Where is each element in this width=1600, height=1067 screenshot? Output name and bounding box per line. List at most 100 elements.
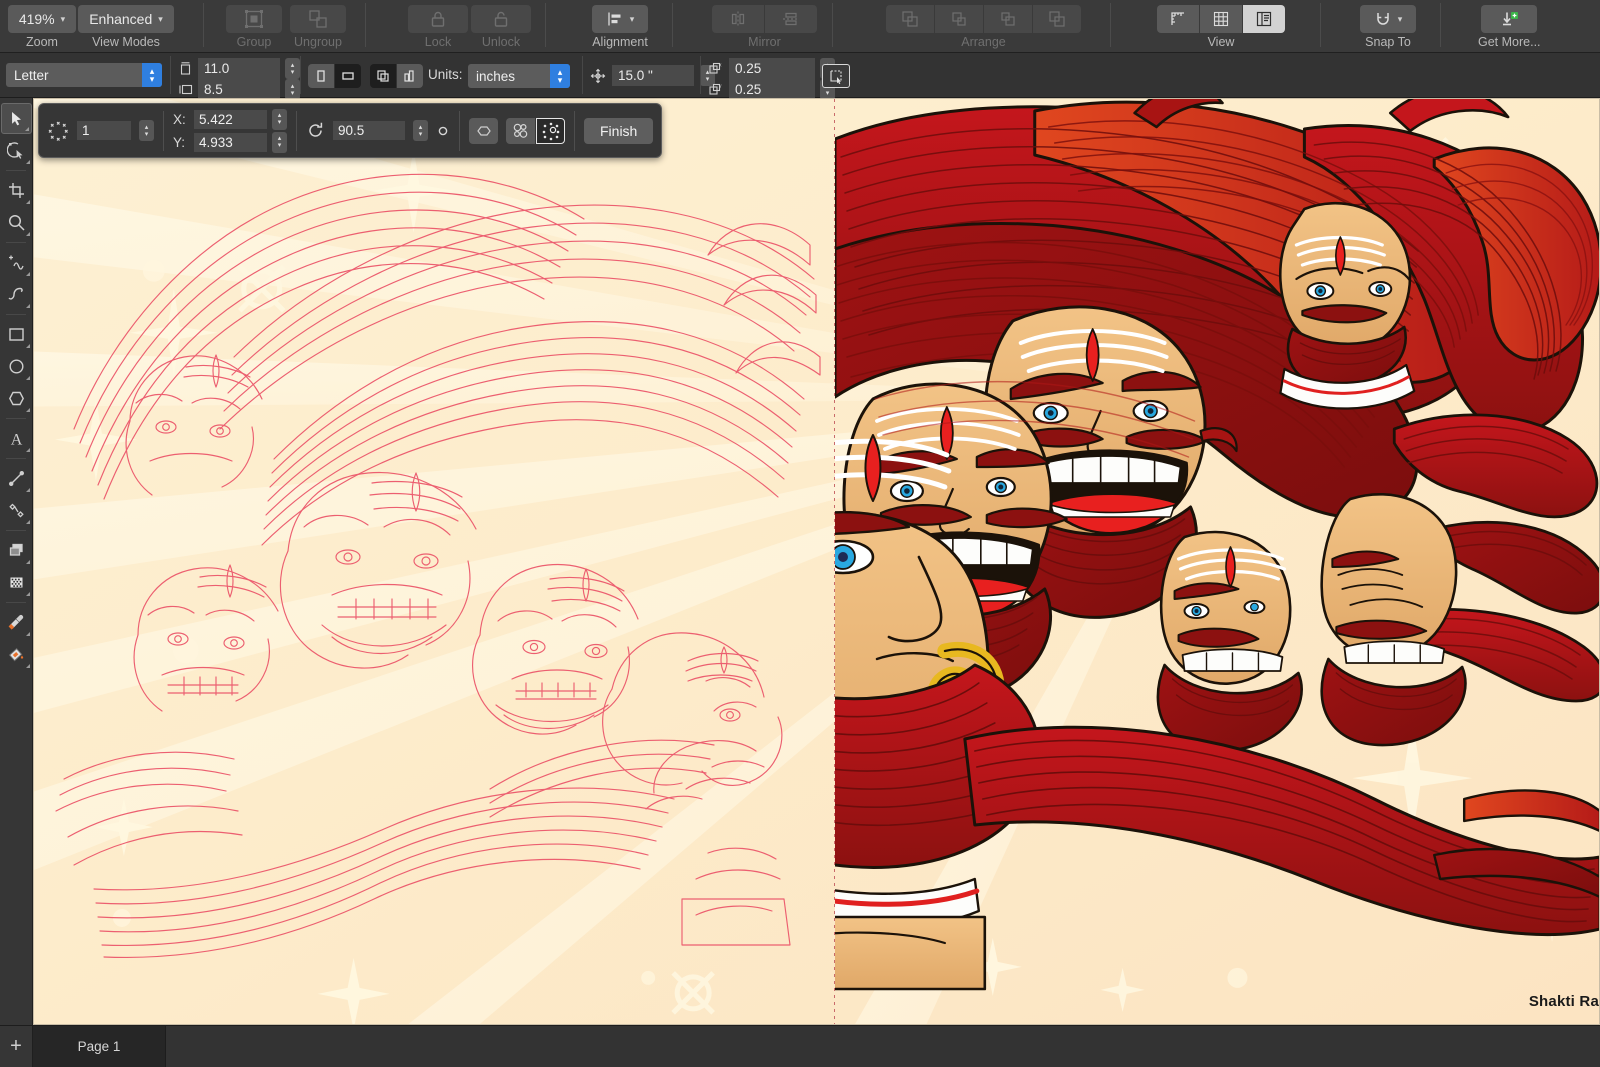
position-fields: X: 5.422 ▴ ▾ Y: 4.933 ▴ ▾ [173, 108, 287, 153]
send-backward-button[interactable] [984, 5, 1032, 33]
nudge-distance-input[interactable]: 15.0 " [612, 65, 694, 86]
paper-size-select[interactable]: Letter ▴ ▾ [6, 63, 162, 87]
shape-handles-button[interactable] [469, 117, 498, 144]
send-to-back-button[interactable] [1033, 5, 1081, 33]
svg-text:x: x [719, 62, 722, 68]
rulers-button[interactable] [1157, 5, 1199, 33]
line-tool[interactable] [1, 463, 32, 494]
object-handles-icon [513, 123, 527, 138]
toolbar-divider [6, 602, 26, 603]
ellipse-tool[interactable] [1, 351, 32, 382]
view-modes-group-label: View Modes [92, 35, 160, 49]
mirror-horizontal-button[interactable] [712, 5, 764, 33]
document-page[interactable]: Shakti Ra [33, 98, 1600, 1025]
ribbon-group-zoom: 419% ▾ Zoom [8, 0, 76, 53]
panel-divider [574, 110, 575, 151]
tool-flyout-indicator [26, 408, 30, 412]
ungroup-button[interactable] [290, 5, 346, 33]
ribbon-divider [1110, 3, 1111, 47]
ribbon-divider [1320, 3, 1321, 47]
unlock-button[interactable] [471, 5, 531, 33]
offset-x-input[interactable]: 0.25 [729, 58, 815, 79]
units-select[interactable]: inches ▴ ▾ [468, 64, 570, 88]
mirror-vertical-button[interactable] [765, 5, 817, 33]
fill-tool[interactable] [1, 639, 32, 670]
add-page-button[interactable]: + [0, 1026, 33, 1067]
page-height-stepper[interactable]: ▴ ▾ [285, 79, 300, 100]
ribbon-group-lock: Lock [408, 0, 468, 53]
artwork-outline-wireframe[interactable] [34, 99, 834, 1025]
chevron-down-icon: ▾ [1397, 13, 1403, 24]
multi-page-mode-button[interactable] [397, 64, 423, 88]
toolbar-divider [6, 242, 26, 243]
panel-divider [163, 110, 164, 151]
text-a-icon: A [11, 432, 23, 449]
select-tool[interactable] [1, 103, 32, 134]
polygon-tool[interactable] [1, 383, 32, 414]
lock-button[interactable] [408, 5, 468, 33]
tool-flyout-indicator [26, 488, 30, 492]
bring-to-front-button[interactable] [886, 5, 934, 33]
eyedropper-tool[interactable] [1, 607, 32, 638]
tool-flyout-indicator [26, 632, 30, 636]
arrange-label: Arrange [961, 35, 1006, 49]
duplicate-tool[interactable] [1, 535, 32, 566]
sketch-tool[interactable] [1, 247, 32, 278]
ribbon-divider [545, 3, 546, 47]
page-width-icon [178, 61, 193, 76]
angle-input[interactable]: 90.5 [333, 121, 405, 140]
page-width-stepper[interactable]: ▴ ▾ [285, 58, 300, 79]
ribbon-divider [365, 3, 366, 47]
radial-handles-button[interactable] [536, 117, 565, 144]
alignment-button[interactable]: ▾ [592, 5, 648, 33]
tool-flyout-indicator [26, 520, 30, 524]
artwork-colored[interactable] [835, 99, 1600, 1025]
landscape-orientation-button[interactable] [335, 64, 361, 88]
y-input[interactable]: 4.933 [194, 132, 267, 152]
line-icon [8, 470, 25, 487]
page-height-input[interactable]: 8.5 [198, 79, 280, 100]
canvas-area[interactable]: Shakti Ra [33, 98, 1600, 1025]
rotate-cw-icon [309, 122, 323, 137]
copies-input[interactable]: 1 [77, 121, 131, 140]
ribbon-group-alignment: ▾ Alignment [592, 0, 648, 53]
pattern-tool[interactable] [1, 567, 32, 598]
page-layout-button[interactable] [1243, 5, 1285, 33]
selection-bounds-button[interactable] [822, 64, 850, 88]
send-backward-icon [999, 10, 1017, 28]
page-width-input[interactable]: 11.0 [198, 58, 280, 79]
x-input[interactable]: 5.422 [194, 109, 267, 129]
view-mode-button[interactable]: Enhanced ▾ [78, 5, 174, 33]
y-stepper[interactable]: ▴ ▾ [272, 131, 287, 153]
portrait-orientation-button[interactable] [308, 64, 334, 88]
bar2-divider [700, 56, 701, 94]
dimension-tool[interactable] [1, 495, 32, 526]
curve-tool[interactable] [1, 279, 32, 310]
grid-button[interactable] [1200, 5, 1242, 33]
text-tool[interactable]: A [1, 423, 32, 454]
offset-y-input[interactable]: 0.25 [729, 79, 815, 100]
zoom-level-button[interactable]: 419% ▾ [8, 5, 76, 33]
page-tab-page-1[interactable]: Page 1 [33, 1026, 166, 1067]
group-button[interactable] [226, 5, 282, 33]
get-more-label: Get More... [1478, 35, 1541, 49]
get-more-button[interactable] [1481, 5, 1538, 33]
polygon-icon [9, 391, 24, 406]
rectangle-tool[interactable] [1, 319, 32, 350]
eyedropper-icon [8, 614, 24, 630]
copies-stepper[interactable]: ▴ ▾ [139, 120, 154, 141]
toolbar-divider [6, 458, 26, 459]
alignment-label: Alignment [592, 35, 648, 49]
single-page-mode-button[interactable] [370, 64, 396, 88]
angle-stepper[interactable]: ▴ ▾ [413, 120, 428, 141]
page-height-icon [178, 82, 193, 97]
snap-to-button[interactable]: ▾ [1360, 5, 1416, 33]
finish-button[interactable]: Finish [584, 117, 654, 144]
node-edit-tool[interactable] [1, 135, 32, 166]
object-handles-button[interactable] [506, 117, 535, 144]
zoom-tool[interactable] [1, 207, 32, 238]
bring-forward-button[interactable] [935, 5, 983, 33]
offset-y-icon: y [708, 82, 724, 98]
x-stepper[interactable]: ▴ ▾ [272, 108, 287, 130]
transform-tool[interactable] [1, 175, 32, 206]
